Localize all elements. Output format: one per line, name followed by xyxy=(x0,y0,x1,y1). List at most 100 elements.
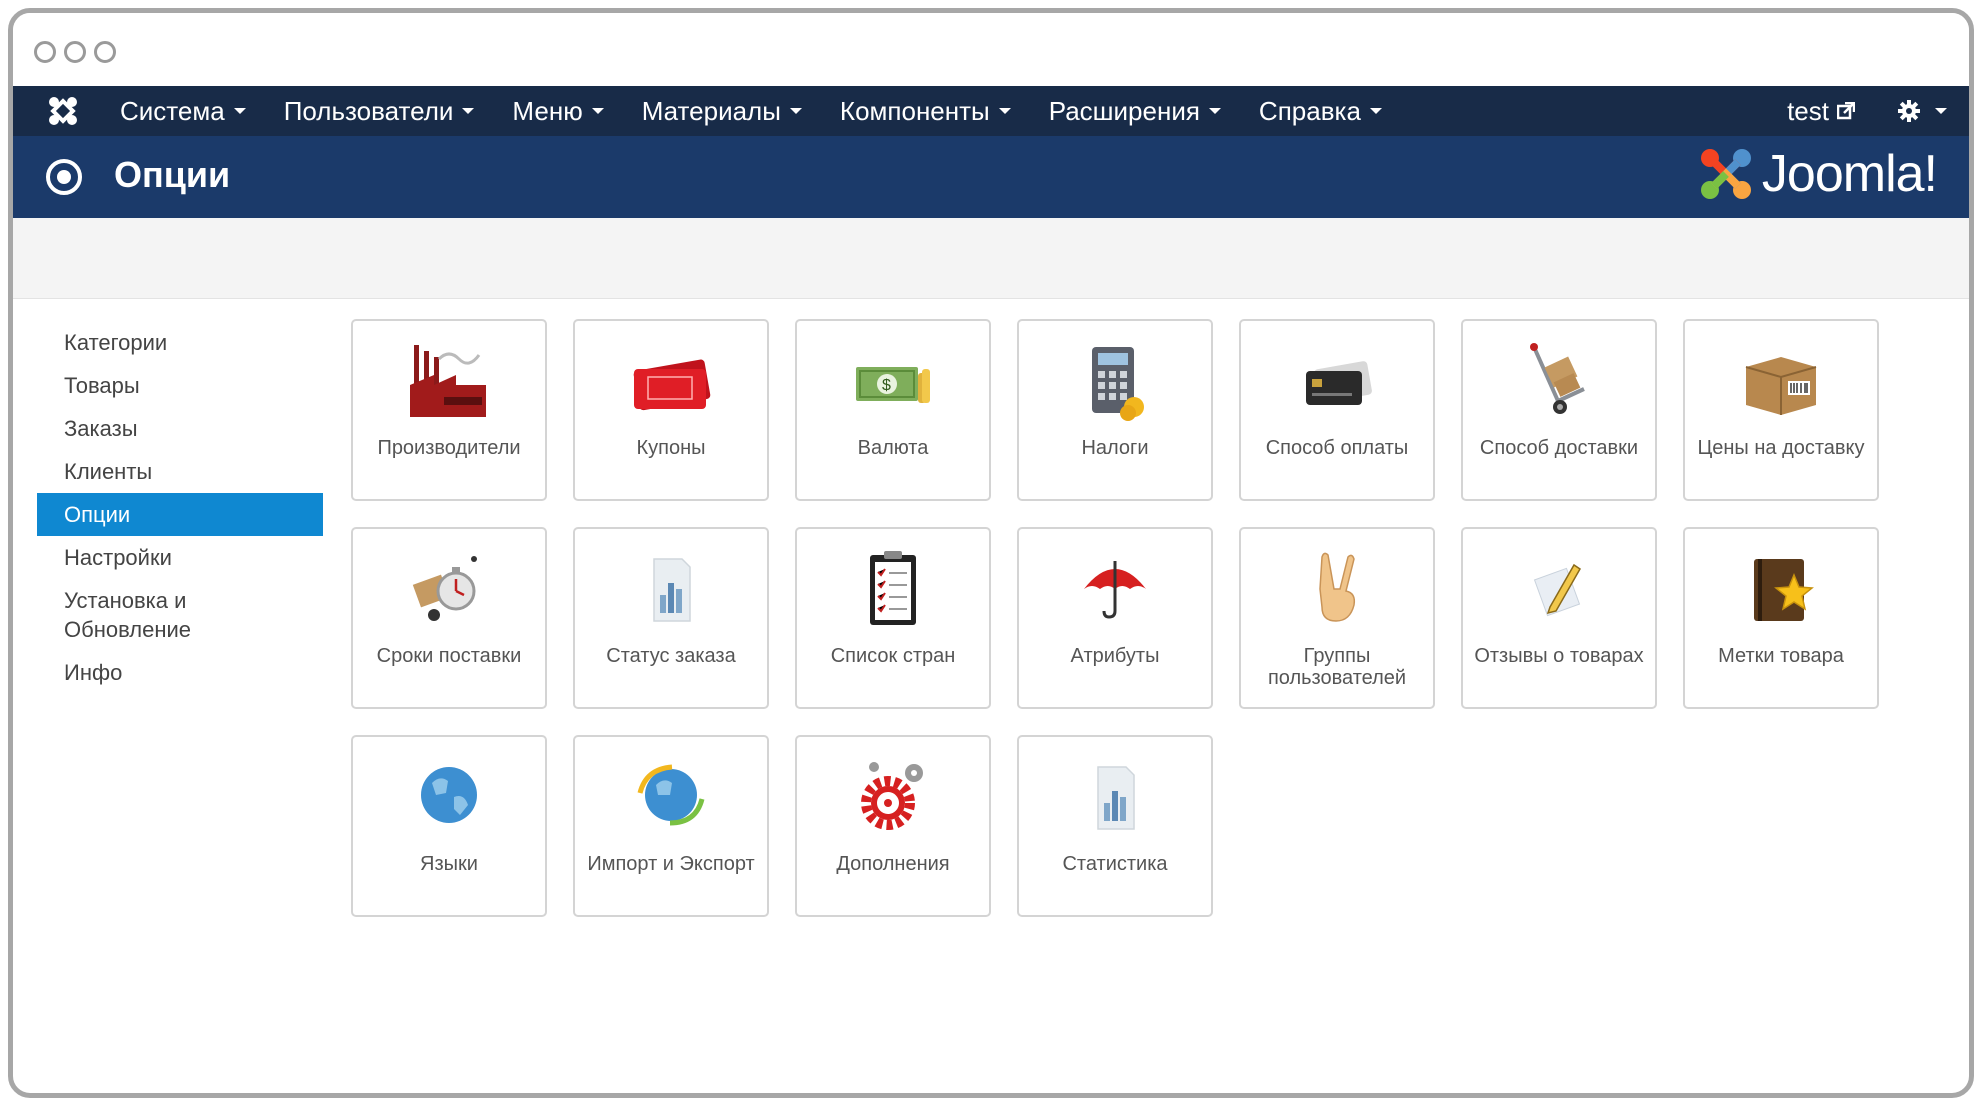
package-icon xyxy=(1745,357,1817,415)
sidebar-item-products[interactable]: Товары xyxy=(37,364,323,407)
victory-hand-icon xyxy=(1319,552,1356,622)
stopwatch-icon xyxy=(412,556,477,621)
tile-label: Способ оплаты xyxy=(1265,437,1409,459)
site-name: test xyxy=(1787,95,1829,126)
external-link-icon xyxy=(1837,102,1855,120)
tile-label: Языки xyxy=(420,853,478,875)
joomla-logo-icon[interactable] xyxy=(47,95,79,127)
svg-text:$: $ xyxy=(882,377,891,394)
menu-help[interactable]: Справка xyxy=(1259,96,1382,127)
window-close-dot[interactable] xyxy=(34,41,56,63)
menu-extensions-label: Расширения xyxy=(1048,95,1200,126)
tile-label: Метки товара xyxy=(1718,645,1844,667)
window-minimize-dot[interactable] xyxy=(64,41,86,63)
tile-product-reviews[interactable]: Отзывы о товарах xyxy=(1461,527,1657,709)
sidebar-item-options[interactable]: Опции xyxy=(37,493,323,536)
gear-icon xyxy=(1898,100,1920,122)
chevron-down-icon xyxy=(591,108,604,114)
options-grid: Производители Купоны $ Валюта Налоги Спо… xyxy=(351,319,1879,917)
hand-truck-icon xyxy=(1530,343,1585,414)
main-menu: Система Пользователи Меню Материалы Комп… xyxy=(120,86,1420,136)
chevron-down-icon xyxy=(233,108,246,114)
menu-components-label: Компоненты xyxy=(839,95,990,126)
tile-addons[interactable]: Дополнения xyxy=(795,735,991,917)
sidebar-item-info[interactable]: Инфо xyxy=(37,651,323,694)
tile-label: Купоны xyxy=(636,437,706,459)
tile-manufacturers[interactable]: Производители xyxy=(351,319,547,501)
chevron-down-icon xyxy=(998,108,1011,114)
tile-label: Сроки поставки xyxy=(376,645,522,667)
tile-shipping-prices[interactable]: Цены на доставку xyxy=(1683,319,1879,501)
brand-text: Joomla! xyxy=(1761,145,1938,203)
menu-components[interactable]: Компоненты xyxy=(840,96,1011,127)
credit-card-icon xyxy=(1306,361,1372,405)
settings-dropdown[interactable] xyxy=(1897,99,1947,123)
navbar-right: test xyxy=(1787,86,1947,136)
tile-payment-method[interactable]: Способ оплаты xyxy=(1239,319,1435,501)
globe-arrows-icon xyxy=(637,764,705,826)
toolbar xyxy=(13,218,1969,299)
menu-menus[interactable]: Меню xyxy=(512,95,604,127)
menu-users[interactable]: Пользователи xyxy=(284,96,475,127)
chevron-down-icon xyxy=(462,108,475,114)
tile-coupons[interactable]: Купоны xyxy=(573,319,769,501)
tile-shipping-method[interactable]: Способ доставки xyxy=(1461,319,1657,501)
tile-label: Способ доставки xyxy=(1479,437,1639,459)
tile-taxes[interactable]: Налоги xyxy=(1017,319,1213,501)
bar-chart-document-icon xyxy=(653,558,691,622)
money-icon: $ xyxy=(856,367,930,403)
tile-label: Импорт и Экспорт xyxy=(587,853,755,875)
tile-label: Валюта xyxy=(857,437,929,459)
tile-statistics[interactable]: Статистика xyxy=(1017,735,1213,917)
window-maximize-dot[interactable] xyxy=(94,41,116,63)
joomla-brand: Joomla! xyxy=(1698,144,1938,204)
sidebar-item-categories[interactable]: Категории xyxy=(37,321,323,364)
tile-languages[interactable]: Языки xyxy=(351,735,547,917)
menu-menus-label: Меню xyxy=(512,95,583,126)
tile-delivery-times[interactable]: Сроки поставки xyxy=(351,527,547,709)
tile-user-groups[interactable]: Группы пользователей xyxy=(1239,527,1435,709)
tile-label: Отзывы о товарах xyxy=(1474,645,1644,667)
window-titlebar xyxy=(13,13,1969,86)
menu-content[interactable]: Материалы xyxy=(642,96,802,127)
tile-label: Производители xyxy=(377,437,521,459)
browser-window: Система Пользователи Меню Материалы Комп… xyxy=(8,8,1974,1098)
factory-icon xyxy=(410,345,486,417)
umbrella-icon xyxy=(1084,561,1146,619)
globe-icon xyxy=(421,767,477,823)
tile-product-tags[interactable]: Метки товара xyxy=(1683,527,1879,709)
joomla-brand-logo-icon xyxy=(1700,149,1751,199)
top-navbar: Система Пользователи Меню Материалы Комп… xyxy=(13,86,1969,136)
tile-label: Налоги xyxy=(1081,437,1149,459)
tile-label: Группы пользователей xyxy=(1267,645,1407,689)
sidebar-item-install-update[interactable]: Установка и Обновление xyxy=(37,579,241,651)
main-content: Категории Товары Заказы Клиенты Опции На… xyxy=(13,299,1969,1093)
menu-system[interactable]: Система xyxy=(120,96,246,127)
tile-label: Статус заказа xyxy=(606,645,736,667)
chevron-down-icon xyxy=(1369,108,1382,114)
tile-attributes[interactable]: Атрибуты xyxy=(1017,527,1213,709)
tile-label: Список стран xyxy=(830,645,956,667)
tile-label: Атрибуты xyxy=(1070,645,1160,667)
sidebar-item-settings[interactable]: Настройки xyxy=(37,536,323,579)
sidebar-item-clients[interactable]: Клиенты xyxy=(37,450,323,493)
statistics-icon xyxy=(1097,766,1135,830)
tile-label: Статистика xyxy=(1062,853,1168,875)
tile-label: Цены на доставку xyxy=(1697,437,1865,459)
clipboard-list-icon xyxy=(870,551,916,625)
sidebar-item-orders[interactable]: Заказы xyxy=(37,407,323,450)
options-icon xyxy=(46,159,82,195)
chevron-down-icon xyxy=(1208,108,1221,114)
tile-currency[interactable]: $ Валюта xyxy=(795,319,991,501)
page-title: Опции xyxy=(114,154,231,195)
tile-import-export[interactable]: Импорт и Экспорт xyxy=(573,735,769,917)
sidebar: Категории Товары Заказы Клиенты Опции На… xyxy=(37,321,323,694)
tile-order-status[interactable]: Статус заказа xyxy=(573,527,769,709)
page-header: Опции Joomla! xyxy=(13,136,1969,218)
menu-system-label: Система xyxy=(120,95,225,126)
menu-extensions[interactable]: Расширения xyxy=(1049,96,1221,127)
site-link[interactable]: test xyxy=(1787,96,1855,127)
tile-label: Дополнения xyxy=(836,853,950,875)
tile-country-list[interactable]: Список стран xyxy=(795,527,991,709)
calculator-icon xyxy=(1092,347,1144,421)
